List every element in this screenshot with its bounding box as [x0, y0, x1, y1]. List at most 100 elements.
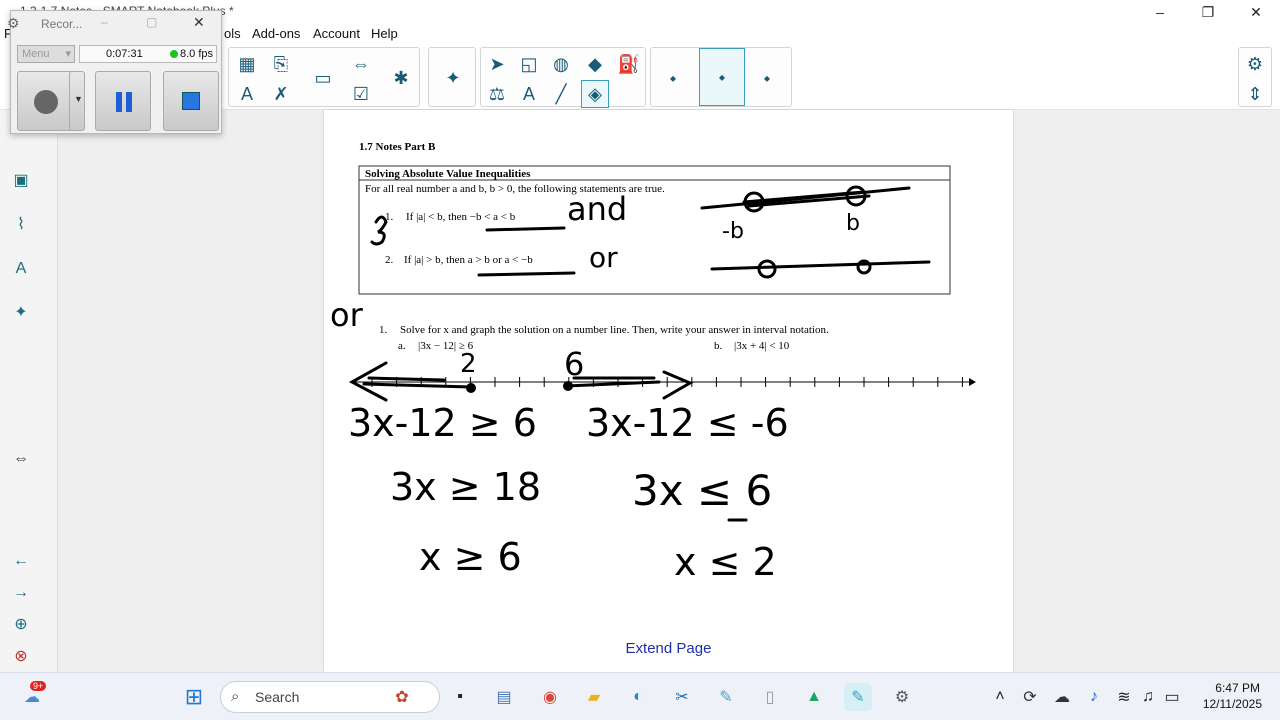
eraser-tool-icon[interactable]: ◆ — [581, 50, 609, 78]
task-view-icon[interactable]: ▪ — [446, 683, 474, 711]
ink-left-line3: x ≥ 6 — [419, 535, 522, 579]
maximize-button[interactable]: ❐ — [1188, 2, 1228, 22]
ink-or-label-left: or — [330, 296, 364, 334]
addon-puzzle-icon[interactable]: ✱ — [387, 64, 415, 92]
extend-page-link[interactable]: Extend Page — [324, 640, 1013, 657]
chevron-up-icon[interactable]: ˄ — [986, 683, 1014, 711]
ink-right-line1: 3x-12 ≤ -6 — [586, 401, 789, 445]
shapes-icon[interactable]: ◍ — [547, 50, 575, 78]
ink-closed-point-2 — [466, 383, 476, 393]
menu-item-addons[interactable]: Add-ons — [252, 26, 300, 41]
eraser-icon[interactable]: ◈ — [581, 80, 609, 108]
ink-right-line3: x ≤ 2 — [674, 540, 777, 584]
recorder-elapsed-time: 0:07:31 — [106, 48, 143, 60]
line-icon[interactable]: ╱ — [547, 80, 575, 108]
ink-two-label: 2 — [460, 349, 477, 379]
recorder-menu-dropdown[interactable]: Menu ▾ — [17, 45, 75, 63]
spellcheck-icon[interactable]: A — [233, 80, 261, 108]
record-button[interactable] — [17, 71, 73, 131]
stop-button[interactable] — [163, 71, 219, 131]
recording-status-dot — [170, 50, 178, 58]
document-icon[interactable]: ▯ — [756, 683, 784, 711]
next-page-icon[interactable]: → — [10, 582, 32, 604]
recorder-title: Recor... — [41, 17, 83, 31]
notebook-page[interactable]: 1.7 Notes Part B Solving Absolute Value … — [324, 110, 1013, 672]
snipping-tool-icon[interactable]: ✂ — [668, 683, 696, 711]
toolbar-group-settings: ⚙ ⇕ — [1238, 47, 1272, 107]
minimize-button[interactable]: – — [1140, 2, 1180, 22]
rule2-number: 2. — [385, 254, 394, 266]
eraser-medium-icon[interactable]: ⬩ — [699, 48, 745, 106]
page-sort-icon[interactable]: ⎘ — [267, 50, 295, 78]
record-icon — [34, 90, 58, 114]
rule1-text: If |a| < b, then −b < a < b — [406, 211, 516, 223]
fit-page-icon[interactable]: ⇔ — [347, 50, 375, 78]
notebook-app-icon[interactable]: ✎ — [712, 683, 740, 711]
toolbar-group-insert: ▦ ⎘ ▭ ⇔ ✱ A ✗ ☑ — [228, 47, 420, 107]
properties-icon[interactable]: A — [10, 258, 32, 280]
ink-or-label-right: or — [589, 241, 618, 274]
screen-recorder-window[interactable]: ⚙ Recor... – ▢ ✕ Menu ▾ 0:07:31 8.0 fps … — [7, 10, 222, 134]
part-b-label: b. — [714, 340, 723, 352]
gear-icon[interactable]: ⚙ — [1241, 50, 1269, 78]
eraser-small-icon[interactable]: ⬩ — [659, 64, 687, 92]
google-drive-icon[interactable]: ▲ — [800, 683, 828, 711]
toolbar-move-icon[interactable]: ⇕ — [1241, 80, 1269, 108]
stop-icon — [182, 92, 200, 110]
sync-icon[interactable]: ⟳ — [1016, 683, 1044, 711]
ink-b-label: b — [846, 211, 860, 236]
pause-button[interactable] — [95, 71, 151, 131]
calculator-icon[interactable]: ▤ — [490, 683, 518, 711]
rule2-text: If |a| > b, then a > b or a < −b — [404, 254, 533, 266]
table-icon[interactable]: ▦ — [233, 50, 261, 78]
screen-capture-icon[interactable]: ▭ — [309, 64, 337, 92]
addons-tab-icon[interactable]: ✦ — [10, 302, 32, 324]
select-arrow-icon[interactable]: ➤ — [483, 50, 511, 78]
smart-notebook-active-icon[interactable]: ✎ — [844, 683, 872, 711]
menu-item-tools[interactable]: ols — [224, 26, 241, 41]
measure-icon[interactable]: ⚖ — [483, 80, 511, 108]
fill-icon[interactable]: ⛽ — [615, 50, 643, 78]
recorder-minimize-button[interactable]: – — [101, 15, 108, 29]
close-button[interactable]: ✕ — [1236, 2, 1276, 22]
battery-icon[interactable]: ▭ — [1158, 683, 1186, 711]
menu-item-help[interactable]: Help — [371, 26, 398, 41]
taskbar: ☁ 9+ ⊞ ⌕ Search ✿ ▪ ▤ ◉ ▰ ◐ ✂ ✎ ▯ ▲ ✎ ⚙ … — [0, 672, 1280, 720]
pause-icon — [116, 92, 122, 112]
gift-app-icon[interactable]: ✿ — [388, 683, 416, 711]
recorder-taskbar-icon[interactable]: ⚙ — [888, 683, 916, 711]
delete-page-icon[interactable]: ⊗ — [10, 646, 32, 668]
recorder-app-icon: ⚙ — [7, 15, 20, 31]
edge-icon[interactable]: ◐ — [624, 683, 652, 711]
attachments-icon[interactable]: ⌇ — [10, 214, 32, 236]
clock-date[interactable]: 12/11/2025 — [1196, 697, 1262, 711]
text-icon[interactable]: A — [515, 80, 543, 108]
eraser-large-icon[interactable]: ⬩ — [753, 64, 781, 92]
recorder-close-button[interactable]: ✕ — [193, 14, 205, 31]
clock-time[interactable]: 6:47 PM — [1200, 681, 1260, 695]
menu-item-account[interactable]: Account — [313, 26, 360, 41]
clear-ink-icon[interactable]: ✗ — [267, 80, 295, 108]
cloud-off-icon[interactable]: ☁ — [1048, 683, 1076, 711]
check-icon[interactable]: ☑ — [347, 80, 375, 108]
recorder-maximize-button[interactable]: ▢ — [146, 15, 157, 29]
part-b-expression: |3x + 4| < 10 — [734, 340, 790, 352]
record-options-button[interactable]: ▼ — [69, 71, 85, 131]
add-page-icon[interactable]: ⊕ — [10, 614, 32, 636]
microphone-icon[interactable]: ♪ — [1080, 683, 1108, 711]
caret-down-icon: ▼ — [74, 94, 83, 104]
previous-page-icon[interactable]: ← — [10, 550, 32, 572]
file-explorer-icon[interactable]: ▰ — [580, 683, 608, 711]
shape-pen-icon[interactable]: ◱ — [515, 50, 543, 78]
chevron-down-icon: ▾ — [65, 48, 71, 60]
search-placeholder: Search — [255, 689, 300, 705]
toolbar-group-erasers: ⬩ ⬩ ⬩ — [650, 47, 792, 107]
start-windows-icon[interactable]: ⊞ — [180, 683, 208, 711]
resize-rail-icon[interactable]: ⇔ — [10, 448, 32, 470]
puzzle-icon[interactable]: ✦ — [439, 64, 467, 92]
chrome-icon[interactable]: ◉ — [536, 683, 564, 711]
pause-icon-bar — [126, 92, 132, 112]
notification-badge: 9+ — [30, 681, 47, 691]
gallery-icon[interactable]: ▣ — [10, 170, 32, 192]
ink-arrow-right — [662, 370, 694, 400]
